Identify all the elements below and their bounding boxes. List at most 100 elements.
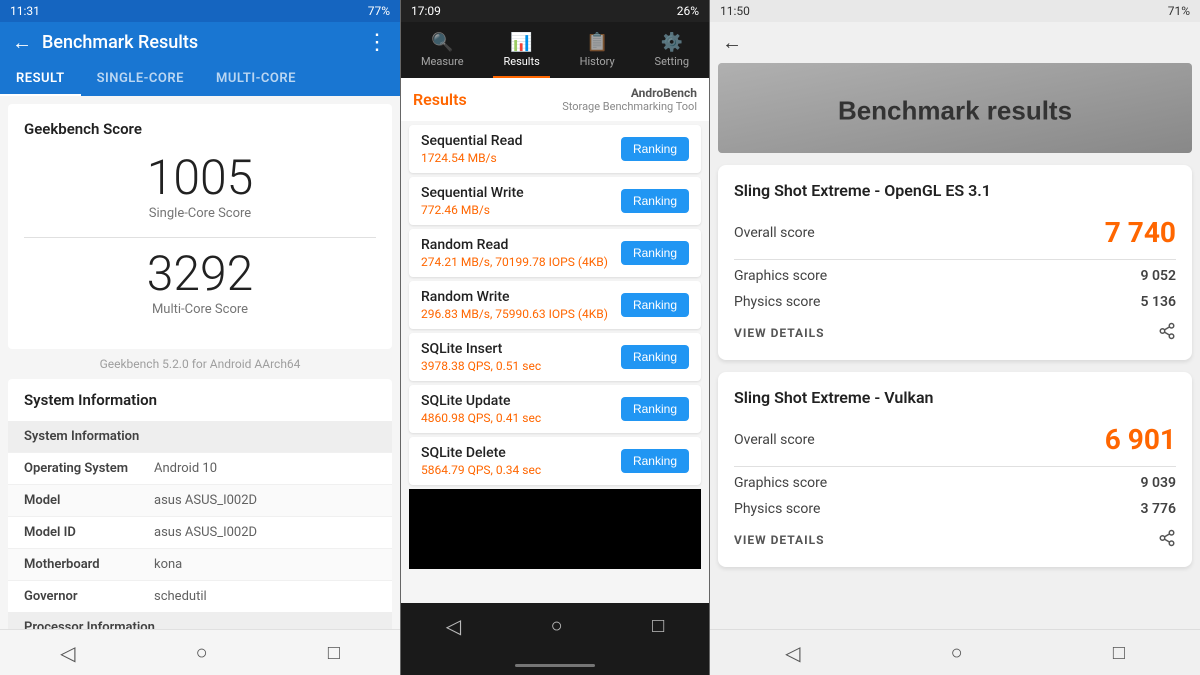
setting-icon: ⚙️ <box>661 32 683 53</box>
row-key: Motherboard <box>24 557 154 572</box>
status-bar-2: 17:09 26% <box>401 0 709 22</box>
tab-result[interactable]: RESULT <box>0 63 81 96</box>
ranking-button-sqlite-insert[interactable]: Ranking <box>621 345 689 369</box>
bench-name: Sequential Read <box>421 133 621 149</box>
benchmark-row-sqlite-insert: SQLite Insert 3978.38 QPS, 0.51 sec Rank… <box>409 333 701 381</box>
bench-name: Random Read <box>421 237 621 253</box>
version-text: Geekbench 5.2.0 for Android AArch64 <box>8 357 392 371</box>
benchmark-row-sqlite-delete: SQLite Delete 5864.79 QPS, 0.34 sec Rank… <box>409 437 701 485</box>
bench-info: Random Write 296.83 MB/s, 75990.63 IOPS … <box>421 289 621 321</box>
overall-label-opengl: Overall score <box>734 225 815 241</box>
androbench-logo: AndroBench Storage Benchmarking Tool <box>562 86 697 113</box>
ranking-button-rand-read[interactable]: Ranking <box>621 241 689 265</box>
tab-multi-core[interactable]: MULTI-CORE <box>200 63 312 96</box>
nav-home-icon-3[interactable]: ○ <box>951 640 963 665</box>
card-divider-1 <box>734 259 1176 260</box>
tab-results-label: Results <box>503 55 539 68</box>
bench-value: 296.83 MB/s, 75990.63 IOPS (4KB) <box>421 307 621 321</box>
view-details-opengl[interactable]: VIEW DETAILS <box>734 326 825 340</box>
bench-name: SQLite Insert <box>421 341 621 357</box>
ranking-button-rand-write[interactable]: Ranking <box>621 293 689 317</box>
row-val: Android 10 <box>154 461 376 476</box>
content-1: Geekbench Score 1005 Single-Core Score 3… <box>0 96 400 629</box>
content-3: Benchmark results Sling Shot Extreme - O… <box>710 63 1200 629</box>
back-icon-1[interactable]: ← <box>12 30 32 55</box>
tab-history-label: History <box>580 55 615 68</box>
nav-recent-icon-2[interactable]: □ <box>652 613 664 638</box>
androbench-panel: 17:09 26% 🔍 Measure 📊 Results 📋 History … <box>400 0 710 675</box>
battery-2: 26% <box>677 4 699 18</box>
row-val: kona <box>154 557 376 572</box>
measure-icon: 🔍 <box>431 32 453 53</box>
table-row: Governor schedutil <box>8 580 392 612</box>
card-divider-2 <box>734 466 1176 467</box>
hero-image: Benchmark results <box>718 63 1192 153</box>
bench-value: 4860.98 QPS, 0.41 sec <box>421 411 621 425</box>
card-title-opengl: Sling Shot Extreme - OpenGL ES 3.1 <box>734 181 1176 200</box>
bench-info: Random Read 274.21 MB/s, 70199.78 IOPS (… <box>421 237 621 269</box>
back-icon-3[interactable]: ← <box>722 30 742 55</box>
ranking-button-seq-write[interactable]: Ranking <box>621 189 689 213</box>
graphics-value-vulkan: 9 039 <box>1141 475 1176 491</box>
ranking-button-sqlite-update[interactable]: Ranking <box>621 397 689 421</box>
bench-name: SQLite Delete <box>421 445 621 461</box>
benchmark-row-sqlite-update: SQLite Update 4860.98 QPS, 0.41 sec Rank… <box>409 385 701 433</box>
overall-value-vulkan: 6 901 <box>1105 423 1176 456</box>
physics-value-opengl: 5 136 <box>1141 294 1176 310</box>
ranking-button-sqlite-delete[interactable]: Ranking <box>621 449 689 473</box>
time-1: 11:31 <box>10 4 40 18</box>
sys-info-title: System Information <box>8 379 392 421</box>
tab-measure[interactable]: 🔍 Measure <box>411 26 474 78</box>
black-region <box>409 489 701 569</box>
table-row: Motherboard kona <box>8 548 392 580</box>
card-opengl: Sling Shot Extreme - OpenGL ES 3.1 Overa… <box>718 165 1192 360</box>
benchmark-row-rand-read: Random Read 274.21 MB/s, 70199.78 IOPS (… <box>409 229 701 277</box>
nav-home-icon-1[interactable]: ○ <box>196 640 208 665</box>
row-key: Governor <box>24 589 154 604</box>
nav-home-icon-2[interactable]: ○ <box>551 613 563 638</box>
tab-results[interactable]: 📊 Results <box>493 26 549 78</box>
menu-icon-1[interactable]: ⋮ <box>366 30 388 55</box>
view-details-vulkan[interactable]: VIEW DETAILS <box>734 533 825 547</box>
tabs-1: RESULT SINGLE-CORE MULTI-CORE <box>0 63 400 96</box>
tab-setting[interactable]: ⚙️ Setting <box>645 26 700 78</box>
nav-back-icon-3[interactable]: ◁ <box>785 641 800 665</box>
nav-bar-2: ◁ ○ □ <box>401 603 709 648</box>
tab-single-core[interactable]: SINGLE-CORE <box>81 63 200 96</box>
benchmark-row-seq-read: Sequential Read 1724.54 MB/s Ranking <box>409 125 701 173</box>
graphics-label-vulkan: Graphics score <box>734 475 827 491</box>
nav-back-icon-1[interactable]: ◁ <box>60 641 75 665</box>
history-icon: 📋 <box>586 32 608 53</box>
graphics-score-row-vulkan: Graphics score 9 039 <box>734 475 1176 491</box>
physics-label-opengl: Physics score <box>734 294 820 310</box>
logo-title: AndroBench <box>562 86 697 100</box>
overall-score-row-opengl: Overall score 7 740 <box>734 216 1176 249</box>
toolbar-3: ← <box>710 22 1200 63</box>
nav-back-icon-2[interactable]: ◁ <box>446 614 461 638</box>
nav-recent-icon-3[interactable]: □ <box>1113 640 1125 665</box>
overall-value-opengl: 7 740 <box>1105 216 1176 249</box>
nav-recent-icon-1[interactable]: □ <box>328 640 340 665</box>
status-bar-1: 11:31 77% <box>0 0 400 22</box>
score-divider <box>24 237 376 238</box>
benchmark-row-rand-write: Random Write 296.83 MB/s, 75990.63 IOPS … <box>409 281 701 329</box>
share-icon-opengl[interactable] <box>1158 322 1176 344</box>
overall-label-vulkan: Overall score <box>734 432 815 448</box>
card-vulkan: Sling Shot Extreme - Vulkan Overall scor… <box>718 372 1192 567</box>
physics-value-vulkan: 3 776 <box>1141 501 1176 517</box>
single-core-value: 1005 <box>24 154 376 202</box>
geekbench-panel: 11:31 77% ← Benchmark Results ⋮ RESULT S… <box>0 0 400 675</box>
ranking-button-seq-read[interactable]: Ranking <box>621 137 689 161</box>
battery-1: 77% <box>368 4 390 18</box>
3dmark-panel: 11:50 71% ← Benchmark results Sling Shot… <box>710 0 1200 675</box>
row-key: Operating System <box>24 461 154 476</box>
share-icon-vulkan[interactable] <box>1158 529 1176 551</box>
row-val: asus ASUS_I002D <box>154 525 376 540</box>
battery-3: 71% <box>1168 4 1190 18</box>
tabs-2: 🔍 Measure 📊 Results 📋 History ⚙️ Setting <box>401 22 709 78</box>
multi-core-value: 3292 <box>24 250 376 298</box>
tab-history[interactable]: 📋 History <box>570 26 625 78</box>
bench-info: SQLite Update 4860.98 QPS, 0.41 sec <box>421 393 621 425</box>
physics-score-row-opengl: Physics score 5 136 <box>734 294 1176 310</box>
table-row: Operating System Android 10 <box>8 452 392 484</box>
